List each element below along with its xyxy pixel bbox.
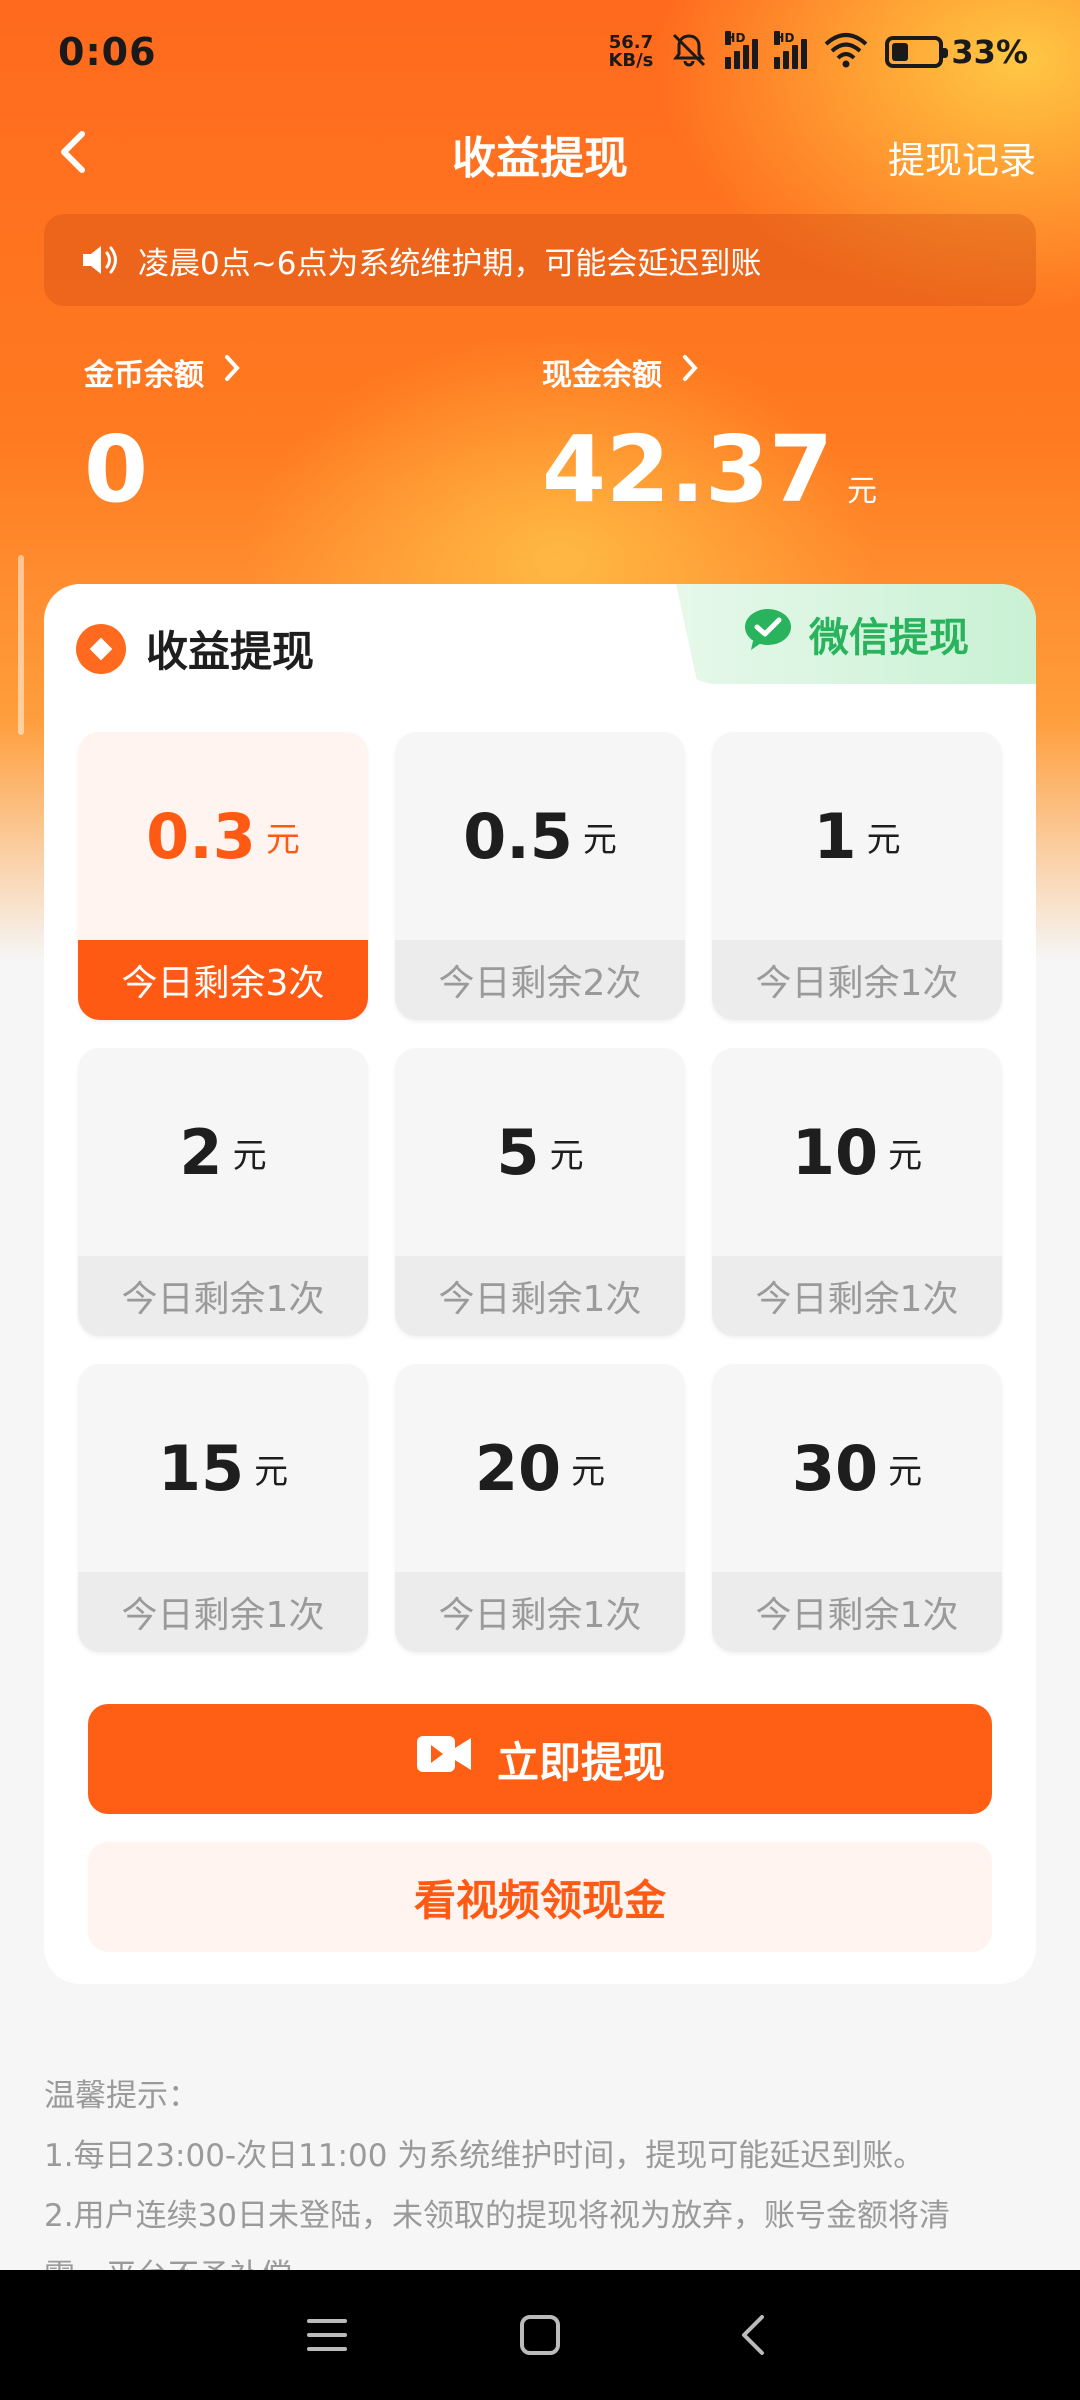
wifi-icon [823, 32, 869, 72]
remaining-count: 今日剩余1次 [395, 1256, 685, 1336]
card-header: 收益提现 微信提现 [44, 584, 1036, 704]
withdraw-now-button[interactable]: 立即提现 [88, 1704, 992, 1814]
amount-option-2[interactable]: 2元 今日剩余1次 [78, 1048, 368, 1336]
speaker-icon [80, 242, 120, 278]
remaining-count: 今日剩余1次 [712, 1256, 1002, 1336]
amount-option-20[interactable]: 20 元 今日剩余1次 [395, 1364, 685, 1652]
net-speed: 56.7 KB/s [608, 32, 654, 71]
wechat-icon [743, 607, 793, 661]
coin-balance-value: 0 [84, 416, 149, 523]
navigation-bar: 收益提现 提现记录 [0, 104, 1080, 204]
scroll-indicator [18, 555, 24, 735]
remaining-count: 今日剩余1次 [78, 1572, 368, 1652]
amount-value: 0.3 [146, 799, 256, 873]
remaining-count: 今日剩余1次 [78, 1256, 368, 1336]
withdraw-history-link[interactable]: 提现记录 [888, 130, 1036, 184]
card-title: 收益提现 [76, 618, 314, 679]
amount-unit: 元 [866, 819, 901, 860]
amount-unit: 元 [571, 1451, 606, 1492]
tips-line-2: 2.用户连续30日未登陆，未领取的提现将视为放弃，账号金额将清 [44, 2198, 951, 2234]
amount-option-10[interactable]: 10 元 今日剩余1次 [712, 1048, 1002, 1336]
tips-title: 温馨提示： [44, 2078, 199, 2114]
cash-balance-label: 现金余额 [542, 350, 877, 394]
menu-icon[interactable] [297, 2305, 357, 2365]
amount-unit: 元 [254, 1451, 289, 1492]
amount-value: 1 [813, 799, 857, 873]
amount-value: 5 [496, 1115, 540, 1189]
amount-value: 2 [179, 1115, 223, 1189]
amount-value: 0.5 [463, 799, 573, 873]
system-navigation-bar [0, 2270, 1080, 2400]
amount-value: 20 [474, 1431, 562, 1505]
signal-icon: HD [725, 31, 759, 69]
amount-value: 10 [791, 1115, 879, 1189]
amount-unit: 元 [888, 1135, 923, 1176]
remaining-count: 今日剩余1次 [712, 940, 1002, 1020]
remaining-count: 今日剩余1次 [712, 1572, 1002, 1652]
remaining-count: 今日剩余3次 [78, 940, 368, 1020]
status-time: 0:06 [58, 30, 157, 74]
amount-option-0.5[interactable]: 0.5 元 今日剩余2次 [395, 732, 685, 1020]
mute-bell-icon [669, 30, 709, 74]
amount-unit: 元 [549, 1135, 584, 1176]
video-camera-icon [415, 1732, 473, 1786]
coin-balance-label: 金币余额 [84, 350, 242, 394]
notice-text: 凌晨0点~6点为系统维护期，可能会延迟到账 [138, 245, 762, 282]
amount-value: 30 [791, 1431, 879, 1505]
back-button[interactable] [54, 130, 102, 178]
amount-option-0.3[interactable]: 0.3 元 今日剩余3次 [78, 732, 368, 1020]
amount-option-1[interactable]: 1元 今日剩余1次 [712, 732, 1002, 1020]
cash-balance-value: 42.37 元 [542, 416, 878, 523]
coin-balance[interactable]: 金币余额 0 [84, 350, 242, 523]
battery-icon [885, 36, 949, 68]
amount-options-grid: 0.3 元 今日剩余3次 0.5 元 今日剩余2次 1元 今日剩余1次 2元 今日剩… [78, 732, 1002, 1652]
amount-unit: 元 [888, 1451, 923, 1492]
chevron-right-icon [222, 353, 242, 391]
amount-value: 15 [157, 1431, 245, 1505]
withdraw-card: 收益提现 微信提现 0.3 元 今日剩余3次 0.5 元 今日剩余2次 1元 今日剩… [44, 584, 1036, 1984]
amount-unit: 元 [232, 1135, 267, 1176]
amount-option-5[interactable]: 5元 今日剩余1次 [395, 1048, 685, 1336]
battery-indicator: 33% [885, 33, 1028, 71]
amount-option-30[interactable]: 30 元 今日剩余1次 [712, 1364, 1002, 1652]
page-title: 收益提现 [452, 133, 628, 184]
tips-section: 温馨提示： 1.每日23:00-次日11:00 为系统维护时间，提现可能延迟到账… [44, 2066, 1044, 2276]
wechat-withdraw-tab[interactable]: 微信提现 [676, 584, 1036, 684]
amount-unit: 元 [265, 819, 300, 860]
signal-icon-2: HD [774, 31, 808, 69]
status-icons: 56.7 KB/s HD HD 33% [608, 30, 1028, 74]
chevron-left-icon [54, 128, 94, 180]
remaining-count: 今日剩余1次 [395, 1572, 685, 1652]
status-bar: 0:06 56.7 KB/s HD HD 33% [0, 0, 1080, 104]
coin-icon [76, 623, 126, 674]
cash-unit: 元 [847, 474, 878, 509]
watch-video-button[interactable]: 看视频领现金 [88, 1842, 992, 1952]
maintenance-notice: 凌晨0点~6点为系统维护期，可能会延迟到账 [44, 214, 1036, 306]
chevron-right-icon [680, 353, 700, 391]
remaining-count: 今日剩余2次 [395, 940, 685, 1020]
cash-balance[interactable]: 现金余额 42.37 元 [542, 350, 877, 523]
back-icon[interactable] [723, 2305, 783, 2365]
tips-line-1: 1.每日23:00-次日11:00 为系统维护时间，提现可能延迟到账。 [44, 2138, 925, 2174]
home-icon[interactable] [510, 2305, 570, 2365]
amount-option-15[interactable]: 15 元 今日剩余1次 [78, 1364, 368, 1652]
amount-unit: 元 [582, 819, 617, 860]
